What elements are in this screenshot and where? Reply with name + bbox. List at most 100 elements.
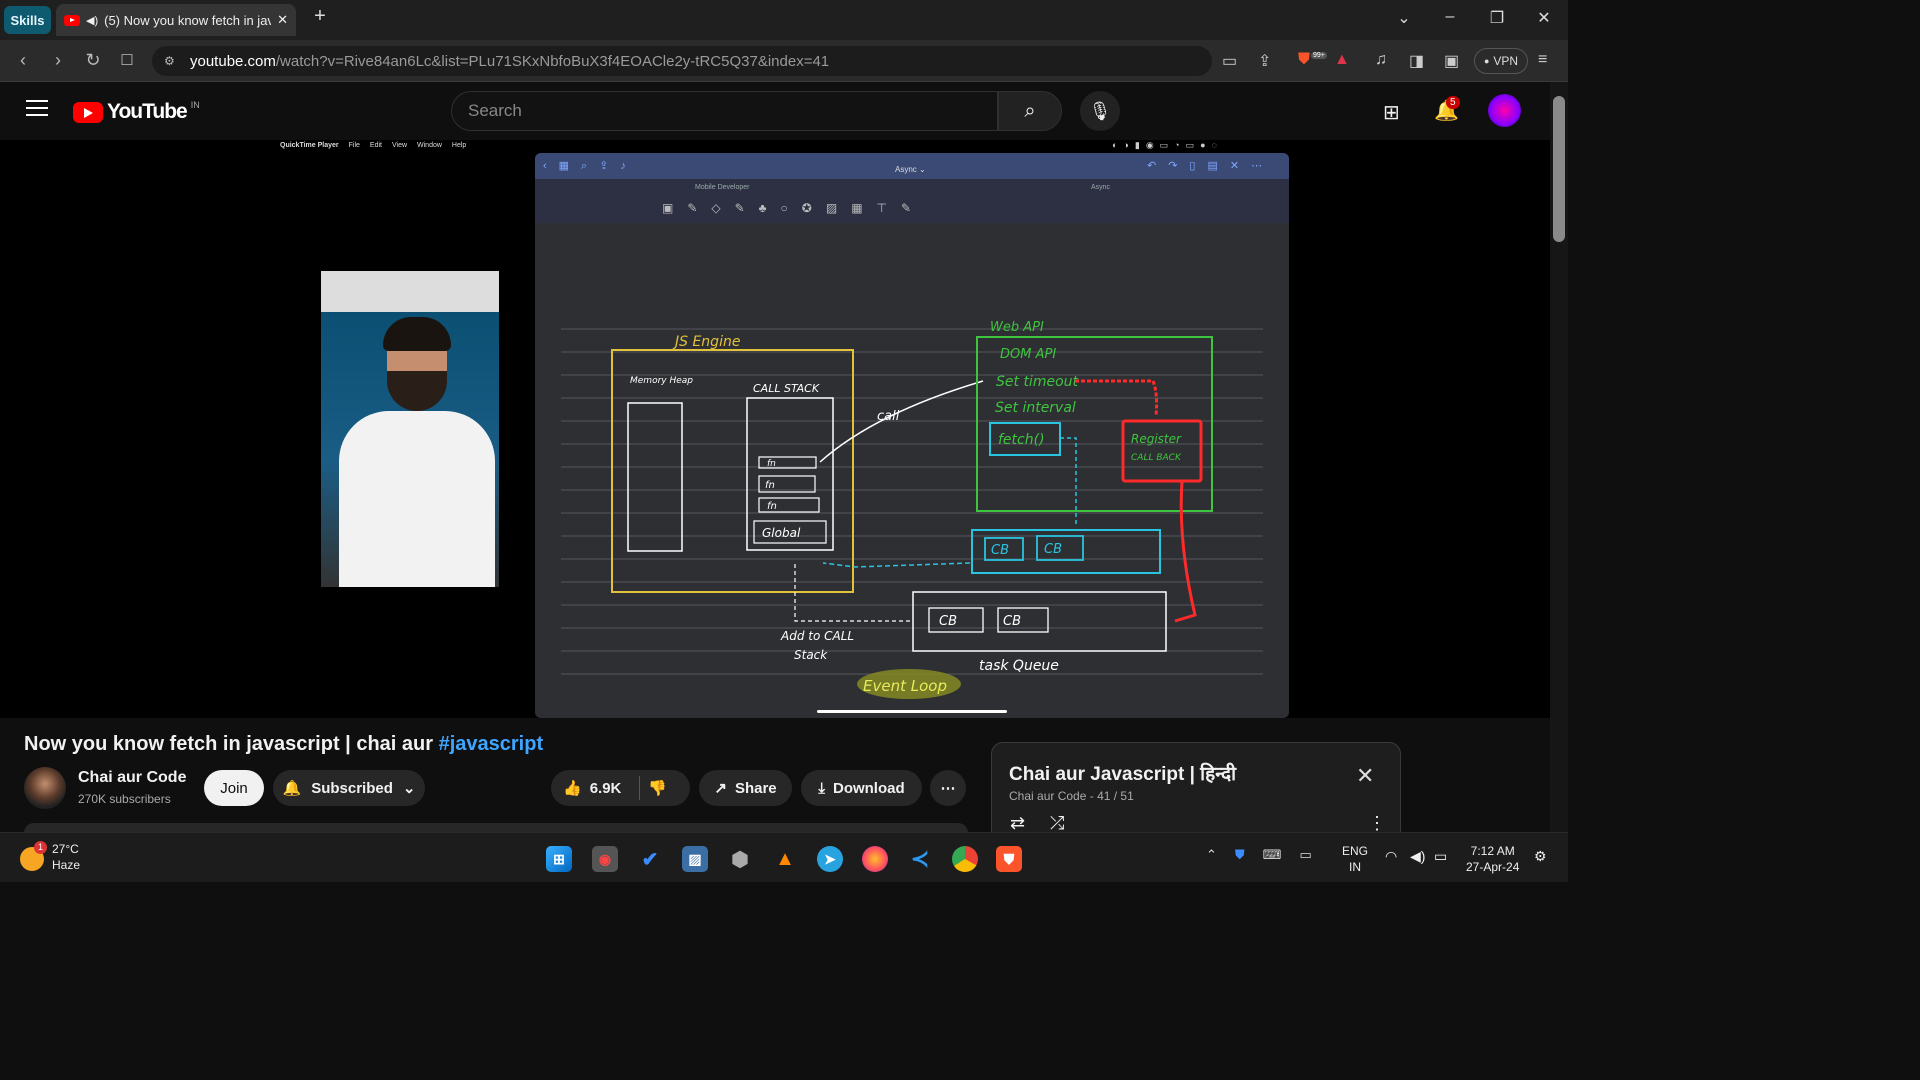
channel-name[interactable]: Chai aur Code xyxy=(78,769,186,787)
playlist-position: 41 / 51 xyxy=(1097,789,1134,803)
site-settings-icon[interactable]: ⚙ xyxy=(164,54,175,68)
playlist-title[interactable]: Chai aur Javascript | हिन्दी xyxy=(1009,760,1236,786)
create-video-icon[interactable]: ⊞ xyxy=(1383,100,1400,125)
playlist-menu-icon[interactable]: ⋮ xyxy=(1368,813,1386,834)
bell-icon: 🔔 xyxy=(282,780,302,797)
stack-item: fn xyxy=(765,480,775,491)
close-playlist-icon[interactable]: ✕ xyxy=(1356,763,1374,789)
loop-icon[interactable]: ⇄ xyxy=(1010,813,1025,834)
windows-taskbar: 1 27°C Haze ⊞ ◉ ✔ ▨ ⬢ ▲ ➤ ≺ ⛊ ⌃ ⛊ ⌨ ▭ ENG… xyxy=(0,832,1568,882)
search-button[interactable]: ⌕ xyxy=(998,91,1062,131)
time: 7:12 AM xyxy=(1470,844,1515,858)
voice-search-button[interactable]: 🎙 xyxy=(1080,91,1120,131)
windows-start-icon[interactable]: ⊞ xyxy=(546,846,572,872)
shuffle-icon[interactable]: ⤮ xyxy=(1050,813,1064,834)
fetch-label: fetch() xyxy=(998,432,1045,448)
chrome-icon[interactable] xyxy=(952,846,978,872)
channel-avatar[interactable] xyxy=(24,767,66,809)
dislike-button[interactable]: 👎 xyxy=(648,779,667,797)
subscribed-button[interactable]: 🔔 Subscribed ⌄ xyxy=(273,770,425,806)
vlc-icon[interactable]: ▲ xyxy=(772,846,798,872)
brave-rewards-icon[interactable]: ▲ xyxy=(1334,51,1350,69)
app-hexagon-icon[interactable]: ⬢ xyxy=(727,846,753,872)
volume-icon[interactable]: ◀) xyxy=(1410,848,1425,865)
hashtag-link[interactable]: #javascript xyxy=(439,733,544,755)
thumbs-down-icon: 👎 xyxy=(648,780,668,797)
presenter-beard xyxy=(387,371,447,411)
reload-button[interactable]: ↻ xyxy=(82,50,104,71)
like-dislike-group: 👍 6.9K 👎 xyxy=(551,770,690,806)
page-scrollbar[interactable] xyxy=(1550,82,1568,832)
brave-shield-badge: 99+ xyxy=(1311,52,1327,59)
cb-label: CB xyxy=(939,614,957,629)
screen-recorder-icon[interactable]: ◉ xyxy=(592,846,618,872)
scrollbar-thumb[interactable] xyxy=(1553,96,1565,242)
dom-api-label: DOM API xyxy=(1000,347,1056,362)
ipad-doc-title: Async ⌄ xyxy=(895,165,926,174)
todo-icon[interactable]: ✔ xyxy=(637,846,663,872)
playlist-channel[interactable]: Chai aur Code xyxy=(1009,789,1086,803)
restore-button[interactable]: ❐ xyxy=(1485,8,1509,28)
photos-icon[interactable]: ▨ xyxy=(682,846,708,872)
brave-icon[interactable]: ⛊ xyxy=(996,846,1022,872)
qt-menu-item: QuickTime Player xyxy=(280,142,339,149)
subscriber-count: 270K subscribers xyxy=(78,792,171,806)
account-avatar[interactable] xyxy=(1488,94,1521,127)
telegram-icon[interactable]: ➤ xyxy=(817,846,843,872)
share-page-icon[interactable]: ⇪ xyxy=(1258,51,1271,71)
defender-icon[interactable]: ⛊ xyxy=(1235,847,1245,863)
add-to-call-label: Add to CALL xyxy=(780,629,854,643)
forward-button[interactable]: › xyxy=(47,50,69,71)
skills-tab-group[interactable]: Skills xyxy=(4,6,51,34)
language-indicator[interactable]: ENG IN xyxy=(1342,843,1368,875)
callback-label: CALL BACK xyxy=(1131,453,1182,463)
lang-primary: ENG xyxy=(1342,844,1369,858)
media-icon[interactable]: ♫ xyxy=(1375,51,1387,69)
back-button[interactable]: ‹ xyxy=(12,50,34,71)
weather-alert-badge: 1 xyxy=(34,841,48,854)
join-button[interactable]: Join xyxy=(204,770,264,806)
stack-item-global: Global xyxy=(762,526,801,540)
memory-heap-box xyxy=(627,402,683,552)
url-field[interactable]: ⚙ youtube.com/watch?v=Rive84an6Lc&list=P… xyxy=(152,46,1212,76)
notification-center-icon[interactable]: ⚙ xyxy=(1534,848,1547,865)
sidebar-icon[interactable]: ◨ xyxy=(1409,51,1424,71)
clock[interactable]: 7:12 AM 27-Apr-24 xyxy=(1466,843,1519,875)
close-window-button[interactable]: ✕ xyxy=(1532,8,1556,28)
brave-shield-icon[interactable]: ⛊ xyxy=(1298,51,1310,69)
wallet-icon[interactable]: ▣ xyxy=(1444,51,1459,71)
presenter-webcam xyxy=(321,271,499,587)
bookmark-icon[interactable]: ☐ xyxy=(116,51,138,69)
firefox-icon[interactable] xyxy=(862,846,888,872)
close-tab-icon[interactable]: ✕ xyxy=(277,12,288,28)
tray-chevron-up-icon[interactable]: ⌃ xyxy=(1206,847,1217,863)
share-button[interactable]: ↗ Share xyxy=(699,770,792,806)
hamburger-menu-icon[interactable] xyxy=(26,100,48,118)
vscode-icon[interactable]: ≺ xyxy=(907,846,933,872)
browser-menu-icon[interactable]: ≡ xyxy=(1538,51,1547,69)
more-actions-button[interactable]: ⋯ xyxy=(930,770,966,806)
more-icon: ⋯ xyxy=(940,780,956,797)
cast-icon[interactable]: ▭ xyxy=(1222,51,1237,71)
active-tab[interactable]: ◀) (5) Now you know fetch in javascript … xyxy=(56,4,296,36)
youtube-logo[interactable]: YouTube IN xyxy=(73,100,200,124)
display-icon[interactable]: ▭ xyxy=(1299,847,1311,863)
cb-label: CB xyxy=(991,543,1009,558)
new-tab-button[interactable]: + xyxy=(308,5,332,28)
search-input[interactable]: Search xyxy=(451,91,998,131)
minimize-button[interactable]: – xyxy=(1438,8,1462,26)
speaker-icon[interactable]: ◀) xyxy=(86,14,98,27)
ipad-title-bar: Async ⌄ ‹▦⌕⇪♪ ↶↷▯▤✕⋯ xyxy=(535,153,1289,179)
like-button[interactable]: 👍 6.9K xyxy=(563,779,621,798)
tab-search-chevron-icon[interactable]: ⌄ xyxy=(1392,8,1416,28)
vpn-button[interactable]: ● VPN xyxy=(1474,48,1528,74)
keyboard-icon[interactable]: ⌨ xyxy=(1263,847,1282,863)
download-button[interactable]: ⤓ Download xyxy=(801,770,922,806)
wifi-icon[interactable]: ◠ xyxy=(1385,848,1397,865)
vpn-label: VPN xyxy=(1493,54,1519,68)
vpn-dot-icon: ● xyxy=(1483,56,1490,66)
whiteboard-drawing: JS Engine Memory Heap CALL STACK fn fn f… xyxy=(561,320,1263,699)
event-loop-label: Event Loop xyxy=(863,677,947,695)
pen-tool-icons: ▣✎◇✎♣○✪▨▦⊤✎ xyxy=(662,201,926,215)
battery-icon[interactable]: ▭ xyxy=(1434,848,1447,865)
